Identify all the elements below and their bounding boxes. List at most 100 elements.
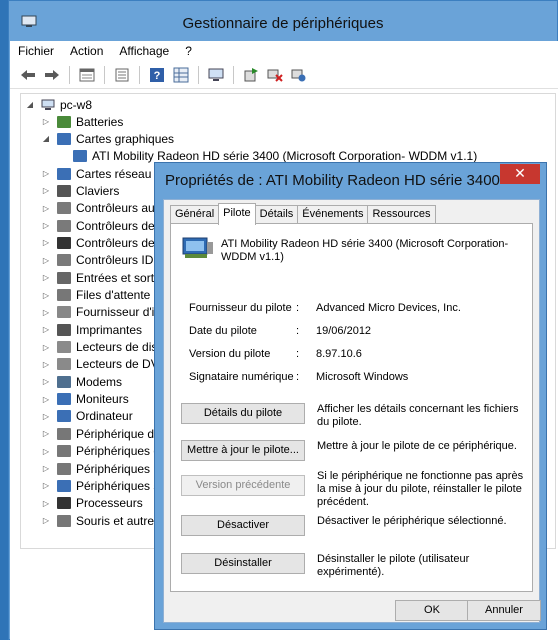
expand-arrow-icon[interactable]: ▷	[41, 273, 51, 282]
list-view-icon[interactable]	[112, 65, 132, 85]
tree-category[interactable]: ▷ Entrées et sortie	[41, 269, 163, 286]
audio-icon	[57, 202, 71, 215]
tree-category[interactable]: ▷ Ordinateur	[41, 408, 133, 425]
expand-arrow-icon[interactable]: ▷	[41, 429, 51, 438]
tree-category-label: Périphériques sy	[76, 478, 166, 493]
expand-arrow-icon[interactable]: ▷	[41, 481, 51, 490]
tab-evenements[interactable]: Événements	[297, 205, 369, 224]
tree-category[interactable]: ▷ Périphériques lo	[41, 460, 163, 477]
menu-affichage[interactable]: Affichage	[111, 41, 177, 61]
tree-category[interactable]: ▷ Fournisseur d'in	[41, 304, 161, 321]
tree-category[interactable]: ▷ Files d'attente à	[41, 287, 160, 304]
tree-category[interactable]: ▷ Processeurs	[41, 495, 143, 512]
expand-arrow-icon[interactable]: ▷	[41, 464, 51, 473]
expand-arrow-icon[interactable]: ▷	[41, 377, 51, 386]
tab-general[interactable]: Général	[170, 205, 220, 224]
tree-category[interactable]: ▷ Claviers	[41, 182, 119, 199]
expand-arrow-icon[interactable]: ▷	[41, 308, 51, 317]
tree-category[interactable]: ▷ Contrôleurs IDE	[41, 252, 161, 269]
uninstall-icon[interactable]	[265, 65, 285, 85]
expand-arrow-icon[interactable]: ▷	[41, 186, 51, 195]
expand-arrow-icon[interactable]: ▷	[41, 343, 51, 352]
expand-arrow-icon[interactable]: ▷	[41, 360, 51, 369]
version-sep: :	[296, 348, 300, 360]
collapse-arrow-icon[interactable]: ◢	[25, 100, 35, 109]
forward-icon[interactable]	[42, 65, 62, 85]
expand-arrow-icon[interactable]: ▷	[41, 238, 51, 247]
expand-arrow-icon[interactable]: ▷	[41, 291, 51, 300]
display-adapter-icon	[182, 237, 213, 258]
tree-category-label: Contrôleurs aud	[76, 201, 162, 216]
close-button[interactable]: ✕	[500, 164, 540, 184]
scan-hardware-icon[interactable]	[289, 65, 309, 85]
tree-category[interactable]: ▷ Souris et autres	[41, 512, 160, 529]
tree-category[interactable]: ▷ Lecteurs de DVD	[41, 356, 167, 373]
print-queue-icon	[57, 289, 71, 301]
signer-sep: :	[296, 371, 300, 383]
tree-category[interactable]: ▷ Contrôleurs aud	[41, 200, 161, 217]
expand-arrow-icon[interactable]: ▷	[41, 117, 51, 126]
monitor-icon	[57, 393, 71, 406]
tree-category-label: Périphériques lo	[76, 461, 163, 476]
tree-category[interactable]: ▷ Imprimantes	[41, 321, 142, 338]
tree-category[interactable]: ▷ Batteries	[41, 113, 123, 130]
tree-category[interactable]: ◢ Cartes graphiques	[41, 130, 174, 147]
expand-arrow-icon[interactable]: ▷	[41, 447, 51, 456]
expand-arrow-icon[interactable]: ▷	[41, 325, 51, 334]
display-adapter-icon	[57, 132, 71, 145]
device-name: ATI Mobility Radeon HD série 3400 (Micro…	[221, 238, 509, 263]
ok-button[interactable]: OK	[395, 600, 469, 621]
computer-icon	[57, 410, 71, 423]
cancel-button[interactable]: Annuler	[467, 600, 541, 621]
provider-value: Advanced Micro Devices, Inc.	[316, 302, 461, 314]
tree-category[interactable]: ▷ Modems	[41, 373, 122, 390]
menu-help[interactable]: ?	[177, 41, 200, 61]
svg-text:?: ?	[154, 70, 161, 82]
monitor-icon[interactable]	[206, 65, 226, 85]
tree-category-label: Contrôleurs IDE	[76, 253, 162, 268]
tree-category[interactable]: ▷ Périphérique d'	[41, 425, 156, 442]
expand-arrow-icon[interactable]: ▷	[41, 516, 51, 525]
collapse-arrow-icon[interactable]: ◢	[41, 134, 51, 143]
window-title: Gestionnaire de périphériques	[182, 15, 384, 32]
tree-category[interactable]: ▷ Contrôleurs de	[41, 217, 155, 234]
tree-category[interactable]: ▷ Périphériques sy	[41, 477, 165, 494]
properties-dialog: Propriétés de : ATI Mobility Radeon HD s…	[154, 162, 547, 630]
menu-action[interactable]: Action	[62, 41, 111, 61]
driver-details-button[interactable]: Détails du pilote	[181, 403, 305, 424]
expand-arrow-icon[interactable]: ▷	[41, 499, 51, 508]
rollback-driver-button[interactable]: Version précédente	[181, 475, 305, 496]
uninstall-driver-button[interactable]: Désinstaller	[181, 553, 305, 574]
tree-category-label: Moniteurs	[76, 392, 129, 407]
back-icon[interactable]	[18, 65, 38, 85]
expand-arrow-icon[interactable]: ▷	[41, 256, 51, 265]
tree-category[interactable]: ▷ Moniteurs	[41, 391, 129, 408]
tree-category[interactable]: ▷ Cartes réseau	[41, 165, 151, 182]
menu-fichier[interactable]: Fichier	[10, 41, 62, 61]
hid-icon	[57, 427, 71, 440]
expand-arrow-icon[interactable]: ▷	[41, 169, 51, 178]
disable-device-button[interactable]: Désactiver	[181, 515, 305, 536]
help-icon[interactable]: ?	[147, 65, 167, 85]
tree-root[interactable]: ◢ pc-w8	[25, 96, 92, 113]
expand-arrow-icon[interactable]: ▷	[41, 204, 51, 213]
tree-category[interactable]: ▷ Lecteurs de disc	[41, 339, 163, 356]
expand-arrow-icon[interactable]: ▷	[41, 412, 51, 421]
cpu-icon	[57, 497, 71, 510]
toolbar-separator	[139, 65, 140, 84]
tree-category-label: Files d'attente à	[76, 288, 161, 302]
tab-details[interactable]: Détails	[254, 205, 299, 224]
expand-arrow-icon[interactable]: ▷	[41, 395, 51, 404]
update-driver-icon[interactable]	[241, 65, 261, 85]
network-icon	[57, 167, 71, 180]
properties-view-icon[interactable]	[77, 65, 97, 85]
tree-category[interactable]: ▷ Contrôleurs de	[41, 234, 155, 251]
tab-pilote[interactable]: Pilote	[218, 203, 256, 225]
driver-details-description: Afficher les détails concernant les fich…	[317, 403, 519, 428]
provider-label: Fournisseur du pilote	[189, 302, 292, 314]
tree-category[interactable]: ▷ Périphériques d	[41, 443, 160, 460]
grid-icon[interactable]	[171, 65, 191, 85]
update-driver-button[interactable]: Mettre à jour le pilote...	[181, 440, 305, 461]
tab-ressources[interactable]: Ressources	[367, 205, 436, 224]
expand-arrow-icon[interactable]: ▷	[41, 221, 51, 230]
